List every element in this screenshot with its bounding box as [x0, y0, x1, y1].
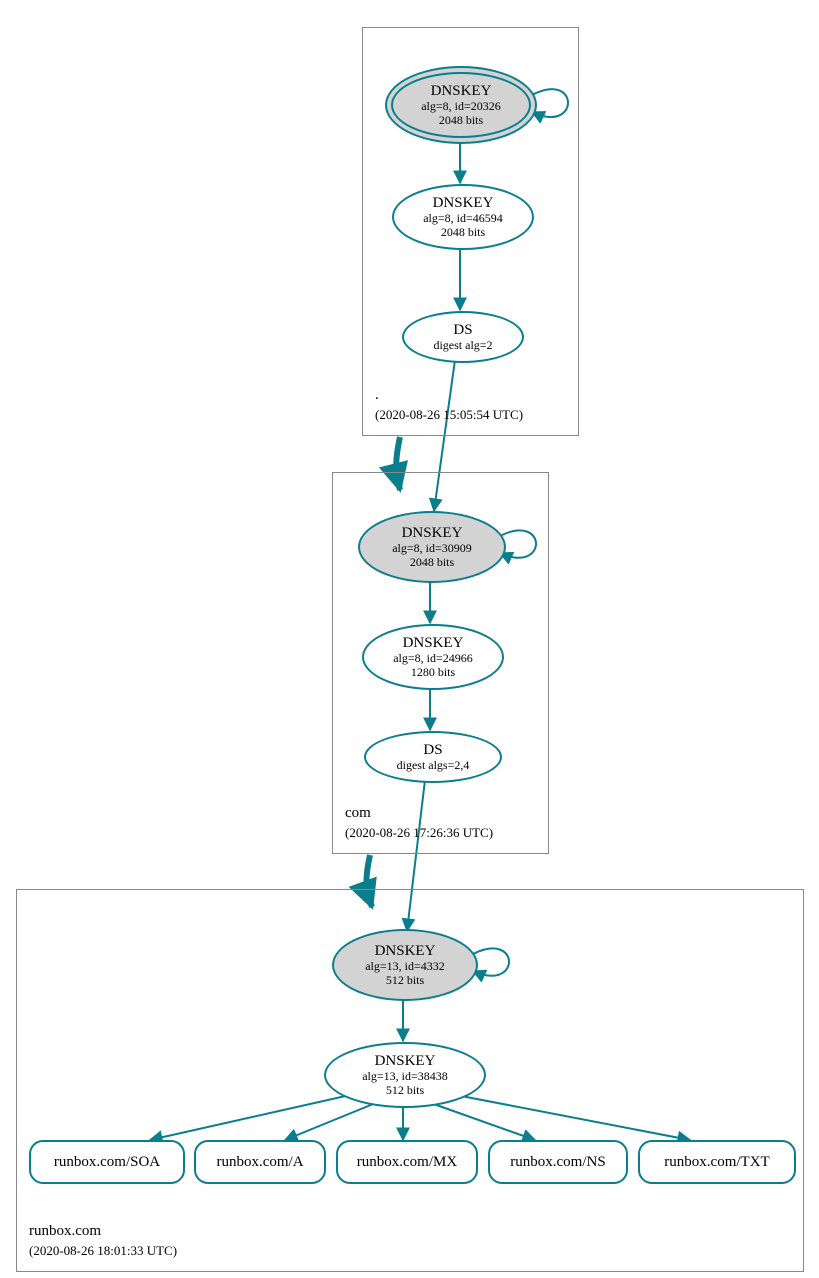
rrset-label: runbox.com/NS	[510, 1154, 605, 1171]
node-runbox-ksk: DNSKEY alg=13, id=4332 512 bits	[332, 929, 478, 1001]
node-runbox-zsk: DNSKEY alg=13, id=38438 512 bits	[324, 1042, 486, 1108]
node-detail: 512 bits	[386, 1084, 424, 1098]
node-detail: 2048 bits	[441, 226, 485, 240]
node-title: DNSKEY	[403, 635, 464, 652]
node-detail: alg=13, id=4332	[365, 960, 445, 974]
rrset-label: runbox.com/SOA	[54, 1154, 160, 1171]
rrset-txt: runbox.com/TXT	[638, 1140, 796, 1184]
node-detail: 2048 bits	[410, 556, 454, 570]
node-title: DNSKEY	[375, 1053, 436, 1070]
rrset-label: runbox.com/A	[216, 1154, 303, 1171]
zone-name-runbox: runbox.com	[29, 1223, 101, 1239]
rrset-mx: runbox.com/MX	[336, 1140, 478, 1184]
node-title: DNSKEY	[402, 525, 463, 542]
zone-label-root: . (2020-08-26 15:05:54 UTC)	[375, 386, 523, 425]
node-detail: alg=8, id=30909	[392, 542, 472, 556]
node-detail: alg=13, id=38438	[362, 1070, 448, 1084]
rrset-ns: runbox.com/NS	[488, 1140, 628, 1184]
rrset-label: runbox.com/MX	[357, 1154, 457, 1171]
node-detail: 512 bits	[386, 974, 424, 988]
node-title: DNSKEY	[421, 83, 501, 100]
node-title: DNSKEY	[375, 943, 436, 960]
node-root-ds: DS digest alg=2	[402, 311, 524, 363]
zone-name-com: com	[345, 805, 371, 821]
node-title: DS	[453, 322, 472, 339]
zone-label-runbox: runbox.com (2020-08-26 18:01:33 UTC)	[29, 1222, 177, 1261]
node-com-ds: DS digest algs=2,4	[364, 731, 502, 783]
zone-label-com: com (2020-08-26 17:26:36 UTC)	[345, 804, 493, 843]
node-title: DNSKEY	[433, 195, 494, 212]
node-detail: 2048 bits	[421, 114, 501, 128]
node-detail: alg=8, id=46594	[423, 212, 503, 226]
rrset-soa: runbox.com/SOA	[29, 1140, 185, 1184]
node-detail: alg=8, id=24966	[393, 652, 473, 666]
node-detail: digest alg=2	[433, 339, 492, 353]
zone-ts-com: (2020-08-26 17:26:36 UTC)	[345, 825, 493, 840]
node-root-zsk: DNSKEY alg=8, id=46594 2048 bits	[392, 184, 534, 250]
rrset-label: runbox.com/TXT	[664, 1154, 769, 1171]
node-com-zsk: DNSKEY alg=8, id=24966 1280 bits	[362, 624, 504, 690]
node-detail: 1280 bits	[411, 666, 455, 680]
node-root-ksk: DNSKEY alg=8, id=20326 2048 bits	[385, 66, 537, 144]
node-title: DS	[423, 742, 442, 759]
rrset-a: runbox.com/A	[194, 1140, 326, 1184]
zone-ts-root: (2020-08-26 15:05:54 UTC)	[375, 407, 523, 422]
node-detail: alg=8, id=20326	[421, 100, 501, 114]
node-com-ksk: DNSKEY alg=8, id=30909 2048 bits	[358, 511, 506, 583]
zone-name-root: .	[375, 387, 379, 403]
node-detail: digest algs=2,4	[397, 759, 470, 773]
zone-ts-runbox: (2020-08-26 18:01:33 UTC)	[29, 1243, 177, 1258]
